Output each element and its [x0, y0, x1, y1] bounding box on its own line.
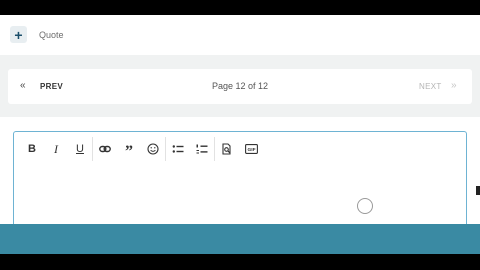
- underline-button[interactable]: U: [68, 137, 92, 161]
- numbered-list-icon: [196, 144, 208, 154]
- italic-button[interactable]: I: [44, 137, 68, 161]
- quote-icon: ”: [125, 142, 133, 160]
- next-button[interactable]: NEXT: [419, 82, 442, 91]
- bottom-letterbox: [0, 254, 480, 270]
- link-icon: [99, 145, 111, 153]
- page-indicator: Page 12 of 12: [211, 81, 269, 91]
- reply-editor[interactable]: B I U ” GIF: [13, 131, 467, 227]
- quote-button[interactable]: ”: [117, 137, 141, 161]
- emoji-button[interactable]: [141, 137, 165, 161]
- bold-button[interactable]: B: [20, 137, 44, 161]
- gif-button[interactable]: GIF: [239, 137, 263, 161]
- plus-icon: +: [14, 26, 23, 43]
- numbered-list-button[interactable]: [190, 137, 214, 161]
- footer-bar: [0, 224, 480, 254]
- gif-text: GIF: [247, 147, 255, 153]
- bullet-list-button[interactable]: [166, 137, 190, 161]
- reply-editor-area: B I U ” GIF: [0, 117, 480, 227]
- add-quote-button[interactable]: +: [10, 26, 27, 43]
- editor-toolbar: B I U ” GIF: [20, 137, 263, 161]
- image-search-button[interactable]: [215, 137, 239, 161]
- emoji-icon: [147, 143, 159, 155]
- pagination-bar: « PREV Page 12 of 12 NEXT »: [8, 69, 472, 104]
- quote-bar: + Quote: [0, 15, 480, 55]
- gif-icon: GIF: [244, 144, 258, 154]
- link-button[interactable]: [93, 137, 117, 161]
- top-letterbox: [0, 0, 480, 15]
- image-search-icon: [222, 143, 231, 155]
- bullet-list-icon: [172, 145, 184, 153]
- cursor-ring: [357, 198, 373, 214]
- quote-label[interactable]: Quote: [39, 30, 64, 40]
- scrollbar-handle[interactable]: [476, 186, 480, 195]
- double-chevron-right-icon[interactable]: »: [451, 80, 457, 91]
